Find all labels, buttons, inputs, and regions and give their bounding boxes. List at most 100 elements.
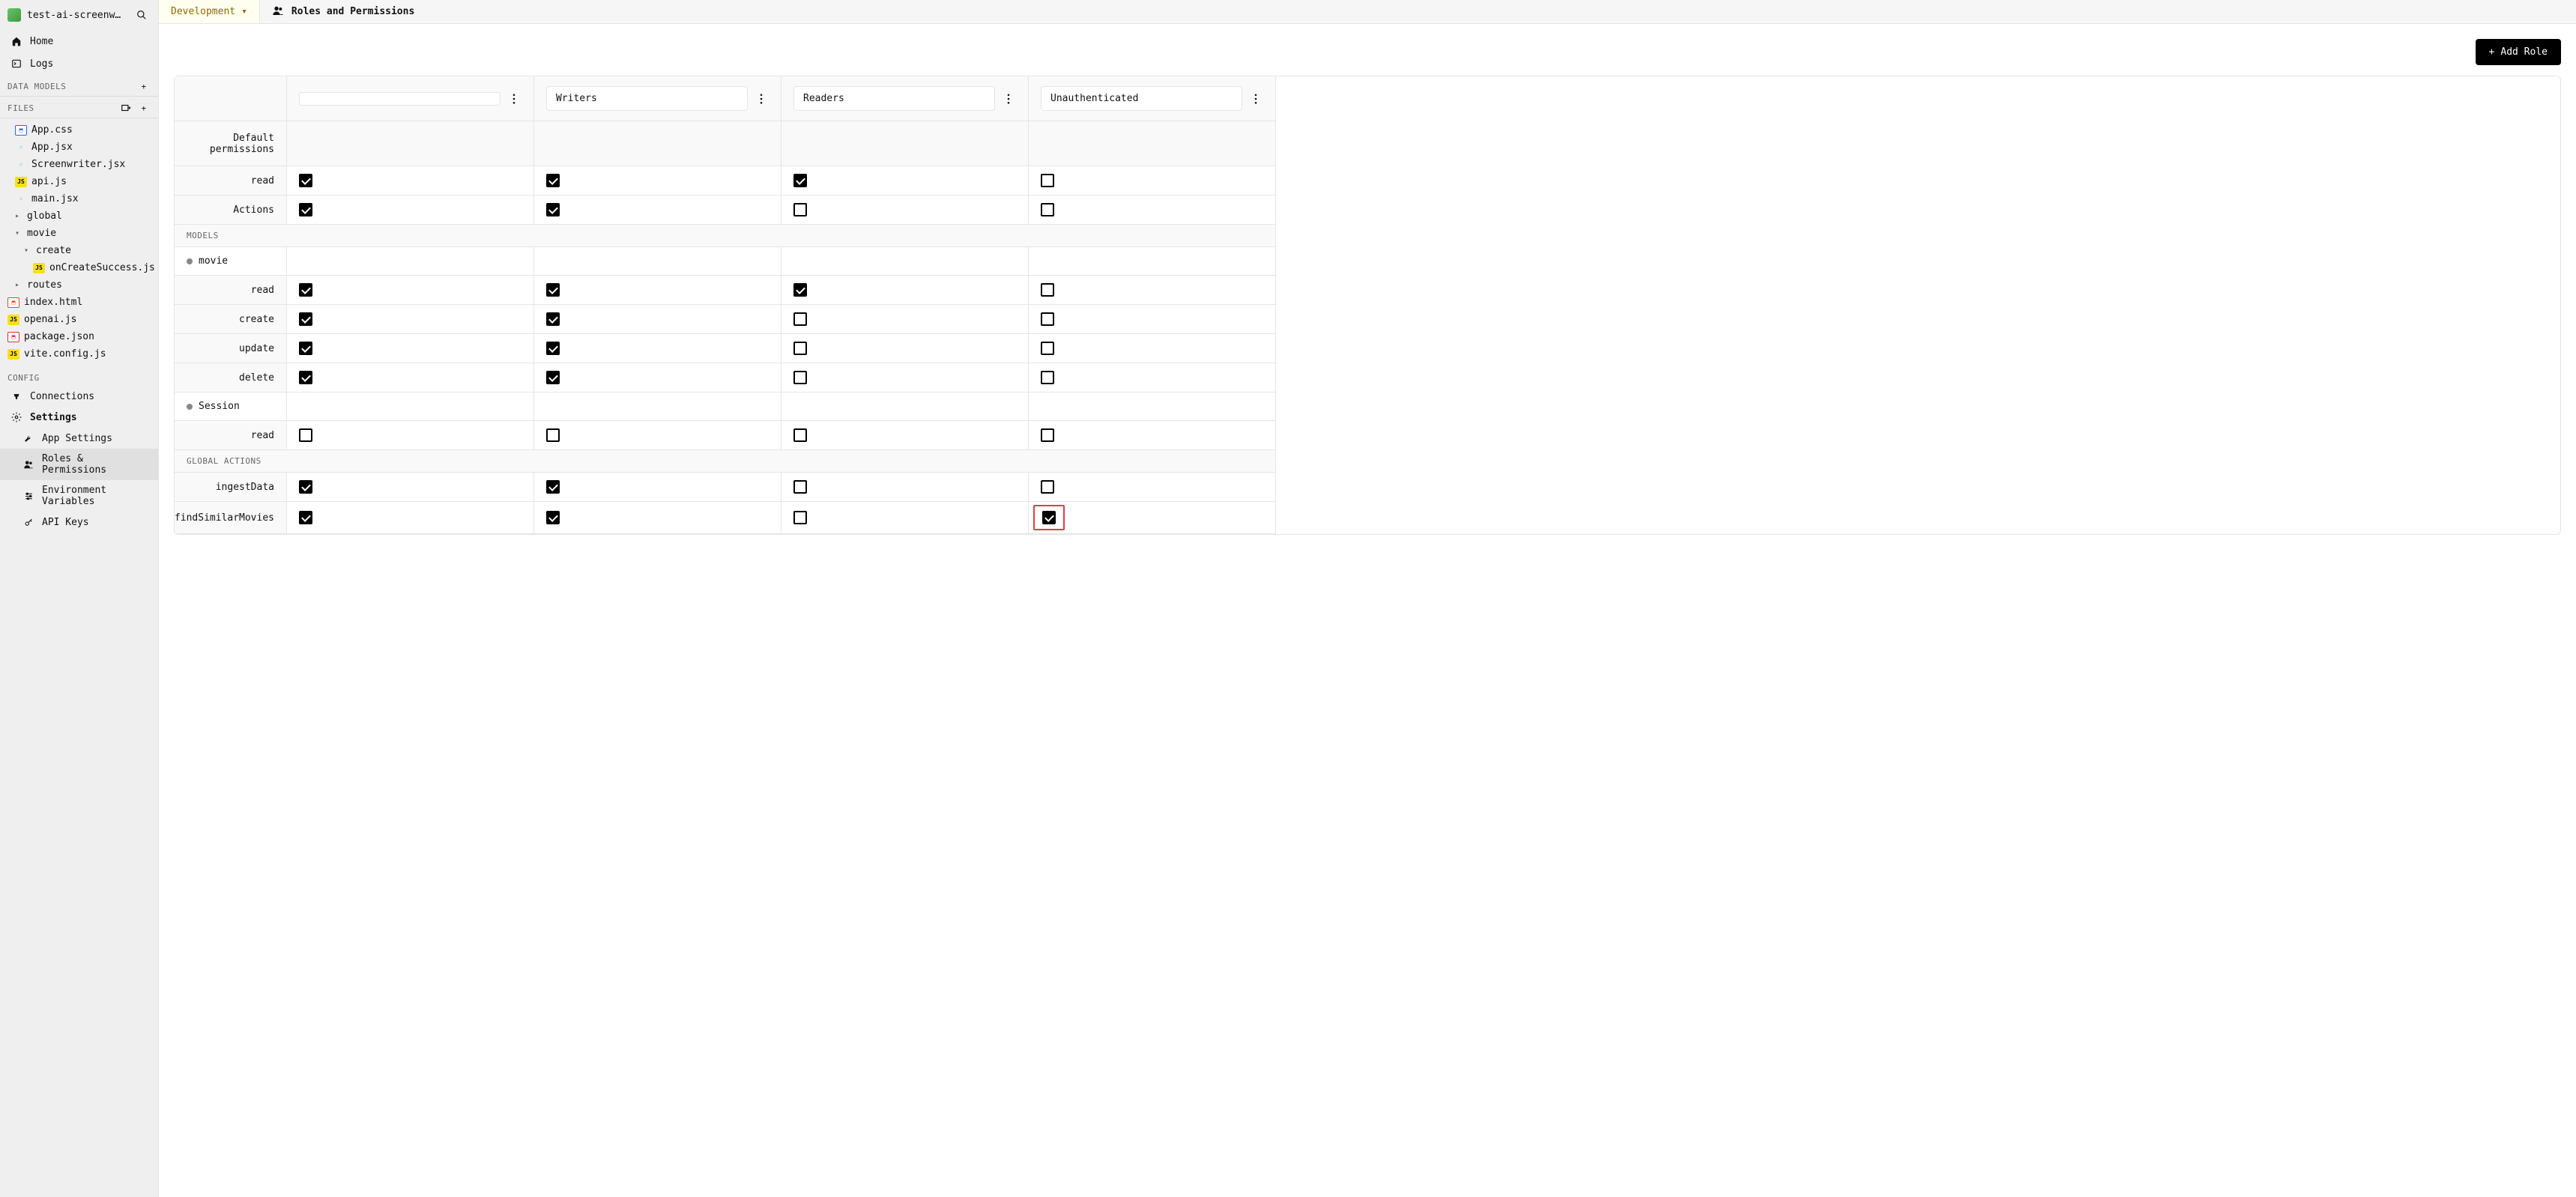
perm-checkbox[interactable] bbox=[1029, 276, 1276, 305]
nav-logs[interactable]: Logs bbox=[0, 52, 158, 75]
perm-checkbox[interactable] bbox=[287, 473, 534, 502]
config-env-vars[interactable]: Environment Variables bbox=[0, 480, 158, 512]
perm-checkbox[interactable] bbox=[1029, 363, 1276, 393]
add-model-icon[interactable]: + bbox=[137, 79, 151, 93]
checkbox[interactable] bbox=[546, 371, 560, 384]
perm-checkbox[interactable] bbox=[781, 166, 1029, 196]
role-menu-icon[interactable] bbox=[507, 94, 521, 104]
checkbox[interactable] bbox=[546, 312, 560, 326]
role-name-input[interactable]: Readers bbox=[793, 86, 995, 111]
perm-checkbox[interactable] bbox=[534, 363, 781, 393]
perm-checkbox[interactable] bbox=[781, 473, 1029, 502]
perm-checkbox[interactable] bbox=[534, 276, 781, 305]
role-menu-icon[interactable] bbox=[754, 94, 769, 104]
add-role-button[interactable]: + Add Role bbox=[2476, 39, 2561, 65]
nav-home[interactable]: Home bbox=[0, 30, 158, 52]
perm-checkbox[interactable] bbox=[534, 196, 781, 225]
config-app-settings[interactable]: App Settings bbox=[0, 428, 158, 449]
perm-checkbox[interactable] bbox=[287, 166, 534, 196]
checkbox[interactable] bbox=[299, 371, 312, 384]
folder-global[interactable]: ▸global bbox=[0, 207, 158, 225]
perm-checkbox[interactable] bbox=[781, 196, 1029, 225]
app-name[interactable]: test-ai-screenwrit… bbox=[27, 10, 127, 21]
checkbox[interactable] bbox=[546, 283, 560, 297]
checkbox[interactable] bbox=[793, 283, 807, 297]
checkbox[interactable] bbox=[793, 511, 807, 524]
perm-checkbox[interactable] bbox=[534, 473, 781, 502]
checkbox[interactable] bbox=[546, 511, 560, 524]
checkbox[interactable] bbox=[1041, 480, 1054, 494]
file-vite-config[interactable]: JSvite.config.js bbox=[0, 345, 158, 363]
file-main-jsx[interactable]: ⚛main.jsx bbox=[0, 190, 158, 207]
checkbox[interactable] bbox=[1042, 511, 1056, 524]
config-api-keys[interactable]: API Keys bbox=[0, 512, 158, 533]
checkbox[interactable] bbox=[546, 203, 560, 216]
perm-checkbox[interactable] bbox=[534, 166, 781, 196]
search-icon[interactable] bbox=[133, 6, 151, 24]
perm-checkbox[interactable] bbox=[1029, 196, 1276, 225]
file-screenwriter-jsx[interactable]: ⚛Screenwriter.jsx bbox=[0, 156, 158, 173]
perm-checkbox[interactable] bbox=[287, 334, 534, 363]
checkbox[interactable] bbox=[793, 342, 807, 355]
checkbox[interactable] bbox=[299, 283, 312, 297]
environment-selector[interactable]: Development ▾ bbox=[159, 0, 260, 23]
checkbox[interactable] bbox=[1041, 371, 1054, 384]
perm-checkbox[interactable] bbox=[781, 363, 1029, 393]
folder-movie[interactable]: ▾movie bbox=[0, 225, 158, 242]
model-session[interactable]: Session bbox=[175, 393, 287, 421]
role-menu-icon[interactable] bbox=[1001, 94, 1016, 104]
checkbox[interactable] bbox=[1041, 342, 1054, 355]
checkbox[interactable] bbox=[546, 174, 560, 187]
perm-checkbox[interactable] bbox=[534, 502, 781, 534]
config-roles-permissions[interactable]: Roles & Permissions bbox=[0, 449, 158, 480]
perm-checkbox[interactable] bbox=[1029, 502, 1276, 534]
file-app-css[interactable]: ⬒App.css bbox=[0, 121, 158, 139]
file-index-html[interactable]: ⬒index.html bbox=[0, 294, 158, 311]
perm-checkbox[interactable] bbox=[1029, 334, 1276, 363]
folder-create[interactable]: ▾create bbox=[0, 242, 158, 259]
checkbox[interactable] bbox=[1041, 428, 1054, 442]
role-name-input[interactable]: Unauthenticated bbox=[1041, 86, 1242, 111]
checkbox[interactable] bbox=[546, 342, 560, 355]
file-app-jsx[interactable]: ⚛App.jsx bbox=[0, 139, 158, 156]
perm-checkbox[interactable] bbox=[781, 502, 1029, 534]
perm-checkbox[interactable] bbox=[287, 421, 534, 450]
checkbox[interactable] bbox=[1041, 174, 1054, 187]
perm-checkbox[interactable] bbox=[287, 502, 534, 534]
config-connections[interactable]: Connections bbox=[0, 386, 158, 407]
config-settings[interactable]: Settings bbox=[0, 407, 158, 428]
file-oncreatesuccess[interactable]: JSonCreateSuccess.js bbox=[0, 259, 158, 276]
file-openai-js[interactable]: JSopenai.js bbox=[0, 311, 158, 328]
checkbox[interactable] bbox=[793, 312, 807, 326]
perm-checkbox[interactable] bbox=[781, 305, 1029, 334]
perm-checkbox[interactable] bbox=[781, 334, 1029, 363]
checkbox[interactable] bbox=[1041, 312, 1054, 326]
checkbox[interactable] bbox=[793, 174, 807, 187]
checkbox[interactable] bbox=[299, 428, 312, 442]
checkbox[interactable] bbox=[299, 203, 312, 216]
checkbox[interactable] bbox=[546, 480, 560, 494]
checkbox[interactable] bbox=[1041, 203, 1054, 216]
perm-checkbox[interactable] bbox=[534, 421, 781, 450]
role-name-input[interactable] bbox=[299, 92, 501, 106]
role-name-input[interactable]: Writers bbox=[546, 86, 748, 111]
perm-checkbox[interactable] bbox=[1029, 166, 1276, 196]
perm-checkbox[interactable] bbox=[287, 276, 534, 305]
model-movie[interactable]: movie bbox=[175, 247, 287, 276]
perm-checkbox[interactable] bbox=[1029, 421, 1276, 450]
new-folder-icon[interactable] bbox=[119, 101, 133, 115]
checkbox[interactable] bbox=[546, 428, 560, 442]
perm-checkbox[interactable] bbox=[781, 421, 1029, 450]
perm-checkbox[interactable] bbox=[287, 363, 534, 393]
perm-checkbox[interactable] bbox=[1029, 473, 1276, 502]
checkbox[interactable] bbox=[793, 480, 807, 494]
checkbox[interactable] bbox=[793, 371, 807, 384]
checkbox[interactable] bbox=[299, 312, 312, 326]
checkbox[interactable] bbox=[793, 428, 807, 442]
perm-checkbox[interactable] bbox=[287, 196, 534, 225]
file-package-json[interactable]: ⬒package.json bbox=[0, 328, 158, 345]
perm-checkbox[interactable] bbox=[781, 276, 1029, 305]
checkbox[interactable] bbox=[793, 203, 807, 216]
perm-checkbox[interactable] bbox=[1029, 305, 1276, 334]
perm-checkbox[interactable] bbox=[534, 305, 781, 334]
